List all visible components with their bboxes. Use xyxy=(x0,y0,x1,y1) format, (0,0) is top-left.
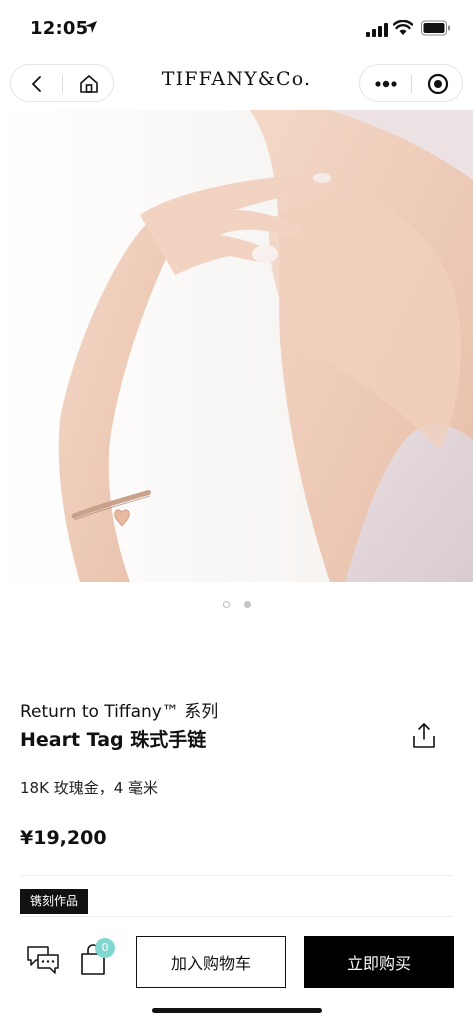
home-indicator xyxy=(152,1008,322,1013)
share-icon[interactable] xyxy=(410,722,438,750)
status-time: 12:05 xyxy=(30,18,89,39)
more-button[interactable] xyxy=(372,72,400,96)
battery-icon xyxy=(421,20,450,36)
location-arrow-icon xyxy=(85,21,97,33)
home-button[interactable] xyxy=(75,72,103,96)
capsule-divider xyxy=(62,75,63,93)
product-material: 18K 玫瑰金，4 毫米 xyxy=(20,779,159,797)
carousel-dot-2[interactable] xyxy=(243,601,251,608)
nav-bar: TIFFANY&Co. xyxy=(0,58,473,110)
add-to-cart-button[interactable]: 加入购物车 xyxy=(136,936,286,988)
product-photo xyxy=(0,110,473,582)
chat-icon[interactable] xyxy=(26,944,60,976)
miniprogram-close-icon xyxy=(427,73,449,95)
engraving-badge: 镌刻作品 xyxy=(20,889,89,914)
brand-logo: TIFFANY&Co. xyxy=(161,68,312,90)
product-image-carousel[interactable] xyxy=(0,110,473,582)
back-button[interactable] xyxy=(23,72,51,96)
nav-left-capsule xyxy=(10,64,114,102)
cart-count-badge: 0 xyxy=(95,938,115,958)
signal-icon xyxy=(366,23,388,37)
divider xyxy=(20,916,453,917)
more-dots-icon xyxy=(375,80,397,88)
wifi-icon xyxy=(393,20,413,35)
carousel-indicator xyxy=(0,601,473,611)
close-miniprogram-button[interactable] xyxy=(424,72,452,96)
status-bar: 12:05 xyxy=(0,0,473,58)
product-price: ¥19,200 xyxy=(20,827,107,849)
buy-now-button[interactable]: 立即购买 xyxy=(304,936,454,988)
back-chevron-icon xyxy=(32,76,41,92)
nav-right-capsule xyxy=(359,64,463,102)
capsule-divider xyxy=(411,75,412,93)
carousel-dot-1[interactable] xyxy=(222,601,230,608)
home-icon xyxy=(80,75,98,93)
product-series: Return to Tiffany™ 系列 xyxy=(20,702,219,722)
divider xyxy=(20,875,453,876)
product-title: Heart Tag 珠式手链 xyxy=(20,729,207,751)
